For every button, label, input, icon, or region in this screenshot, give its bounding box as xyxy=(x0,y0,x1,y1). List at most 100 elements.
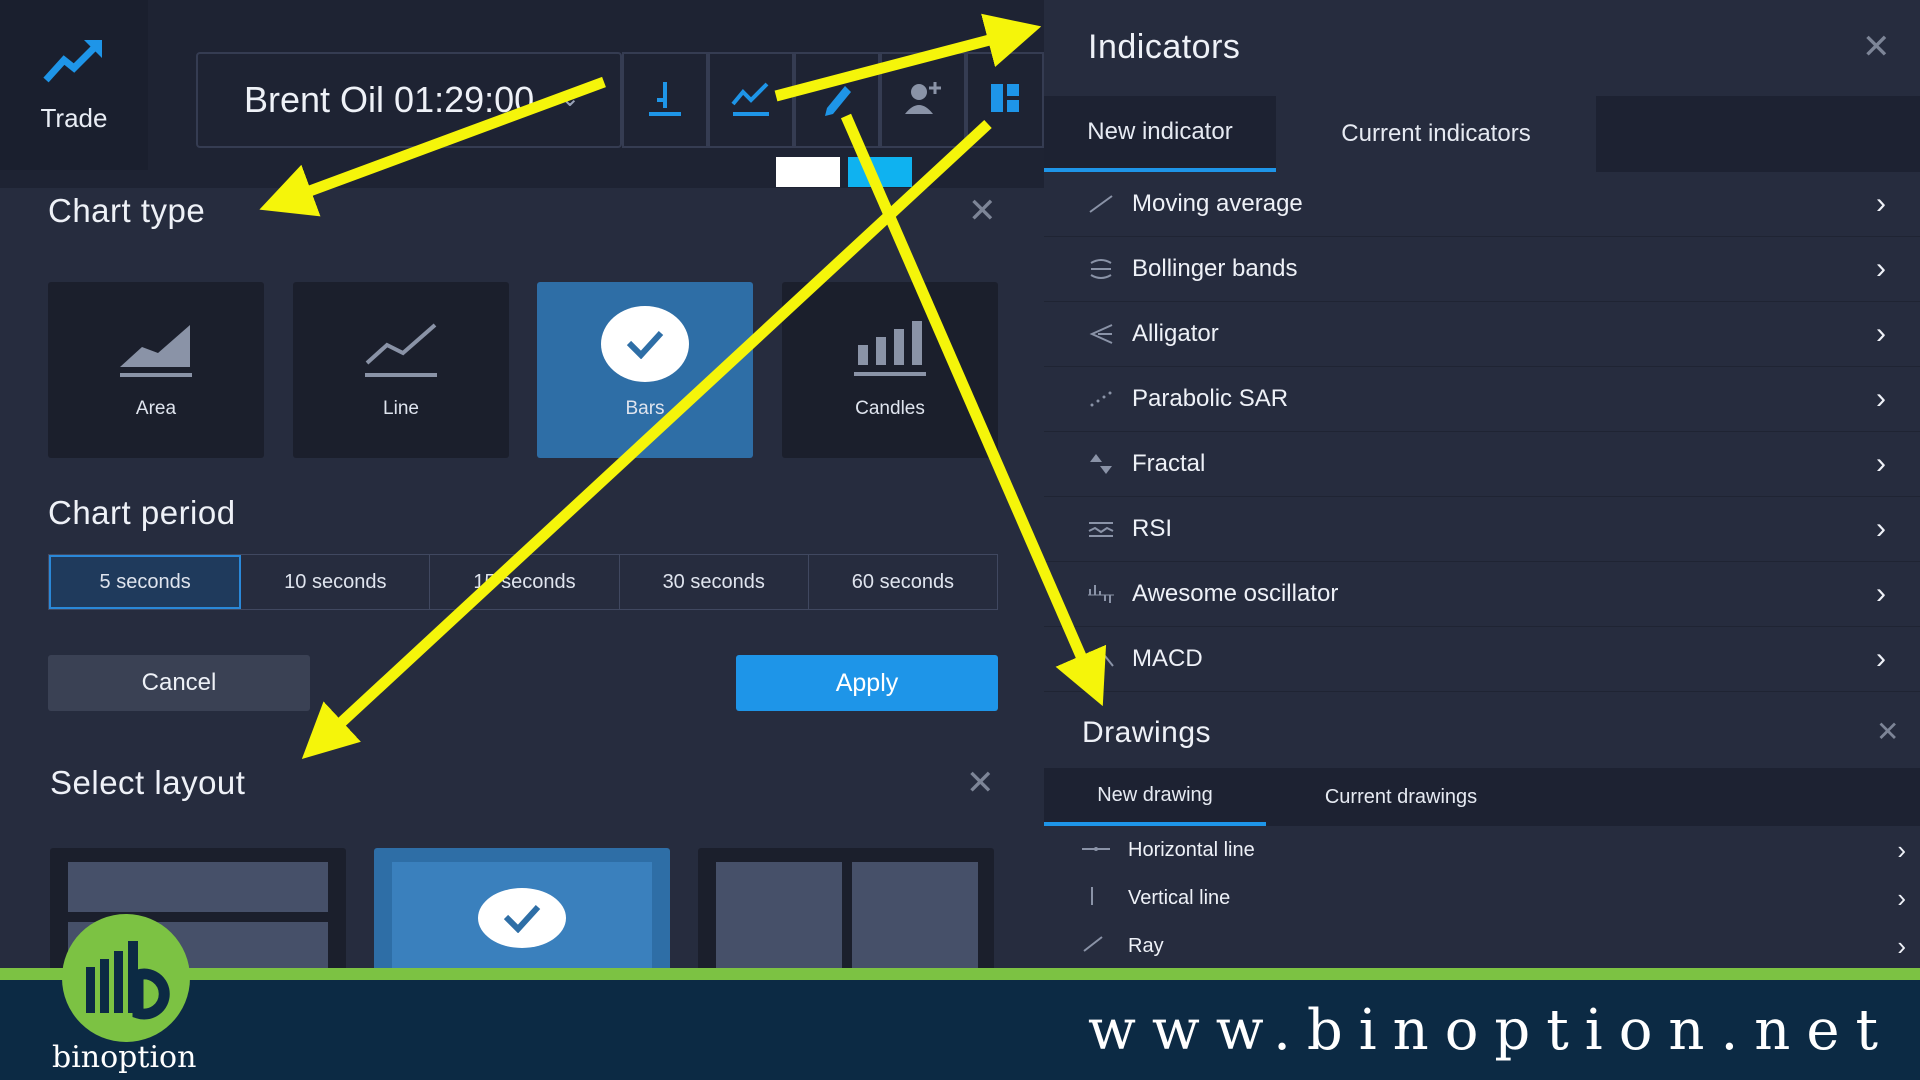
footer-stripe xyxy=(0,968,1920,980)
tab-new-drawing[interactable]: New drawing xyxy=(1044,768,1266,826)
chart-type-label: Area xyxy=(135,398,177,419)
indicators-icon xyxy=(731,78,771,123)
drawings-header: Drawings ✕ xyxy=(1044,698,1920,768)
asset-name: Brent Oil 01:29:00 xyxy=(244,79,535,120)
chart-settings-area: Trade Brent Oil 01:29:00 ⌄ Chart type ✕ … xyxy=(0,0,1044,968)
chart-type-label: Candles xyxy=(855,398,925,419)
indicator-label: MACD xyxy=(1132,645,1203,672)
indicators-header: Indicators ✕ xyxy=(1044,0,1920,96)
asset-selector[interactable]: Brent Oil 01:29:00 ⌄ xyxy=(196,52,622,148)
chevron-right-icon: › xyxy=(1876,642,1886,675)
layout-grid-icon xyxy=(989,82,1021,119)
chart-period-title: Chart period xyxy=(48,494,236,531)
period-option[interactable]: 30 seconds xyxy=(620,555,809,609)
drawing-label: Ray xyxy=(1128,934,1164,957)
chevron-right-icon: › xyxy=(1897,882,1906,913)
indicator-label: Alligator xyxy=(1132,320,1219,347)
indicators-panel: Indicators ✕ New indicator Current indic… xyxy=(1044,0,1920,968)
layout-block xyxy=(68,862,328,912)
slash-icon xyxy=(1086,194,1116,214)
chevron-right-icon: › xyxy=(1876,187,1886,220)
period-option[interactable]: 5 seconds xyxy=(49,555,242,609)
apply-button[interactable]: Apply xyxy=(736,655,998,711)
indicator-item[interactable]: MACD › xyxy=(1044,627,1920,692)
chevron-right-icon: › xyxy=(1876,512,1886,545)
drawing-label: Vertical line xyxy=(1128,886,1231,909)
trade-button[interactable]: Trade xyxy=(0,0,148,170)
fractal-icon xyxy=(1086,452,1116,476)
chart-type-bars[interactable]: Bars xyxy=(537,282,753,458)
indicator-item[interactable]: Moving average › xyxy=(1044,172,1920,237)
chart-type-icon xyxy=(647,78,683,123)
chart-period-selector: 5 seconds 10 seconds 15 seconds 30 secon… xyxy=(48,554,998,610)
tab-current-indicators[interactable]: Current indicators xyxy=(1276,96,1596,172)
trend-up-icon xyxy=(42,36,106,91)
chevron-right-icon: › xyxy=(1876,317,1886,350)
tab-new-indicator[interactable]: New indicator xyxy=(1044,96,1276,172)
color-swatch-white[interactable] xyxy=(776,157,840,187)
alligator-icon xyxy=(1086,323,1116,345)
layout-option-columns[interactable] xyxy=(698,848,994,968)
chart-type-area[interactable]: Area xyxy=(48,282,264,458)
tab-current-drawings[interactable]: Current drawings xyxy=(1266,768,1536,826)
indicators-tool-button[interactable] xyxy=(708,52,794,148)
indicator-item[interactable]: Bollinger bands › xyxy=(1044,237,1920,302)
ray-icon xyxy=(1082,935,1104,958)
period-option[interactable]: 10 seconds xyxy=(241,555,431,609)
period-option[interactable]: 60 seconds xyxy=(809,555,997,609)
indicator-item[interactable]: Awesome oscillator › xyxy=(1044,562,1920,627)
chart-type-candles[interactable]: Candles xyxy=(782,282,998,458)
indicators-title: Indicators xyxy=(1088,28,1241,66)
chevron-right-icon: › xyxy=(1897,834,1906,865)
drawing-item[interactable]: Horizontal line › xyxy=(1044,826,1920,874)
indicators-tabs: New indicator Current indicators xyxy=(1044,96,1920,172)
check-icon xyxy=(601,306,689,382)
bands-icon xyxy=(1086,257,1116,281)
close-icon[interactable]: ✕ xyxy=(968,194,997,228)
add-user-icon xyxy=(903,80,943,121)
check-icon xyxy=(478,888,566,948)
drawing-label: Horizontal line xyxy=(1128,838,1255,861)
chart-type-label: Bars xyxy=(625,398,665,419)
drawings-tool-button[interactable] xyxy=(794,52,880,148)
close-icon[interactable]: ✕ xyxy=(1876,718,1899,746)
chevron-right-icon: › xyxy=(1897,930,1906,961)
layout-block xyxy=(716,862,842,968)
vertical-line-icon xyxy=(1082,886,1102,911)
indicator-label: Parabolic SAR xyxy=(1132,385,1289,412)
candles-chart-icon xyxy=(852,317,928,382)
horizontal-line-icon xyxy=(1082,841,1110,859)
drawing-item[interactable]: Vertical line › xyxy=(1044,874,1920,922)
select-layout-title: Select layout xyxy=(50,764,246,801)
chevron-right-icon: › xyxy=(1876,252,1886,285)
site-url[interactable]: www.binoption.net xyxy=(1088,998,1894,1063)
indicator-item[interactable]: Fractal › xyxy=(1044,432,1920,497)
layout-tool-button[interactable] xyxy=(966,52,1044,148)
close-icon[interactable]: ✕ xyxy=(1862,30,1891,64)
dots-icon xyxy=(1086,389,1116,409)
rsi-icon xyxy=(1086,519,1116,539)
indicator-item[interactable]: RSI › xyxy=(1044,497,1920,562)
macd-icon xyxy=(1086,648,1116,670)
chart-type-tool-button[interactable] xyxy=(622,52,708,148)
indicator-label: Awesome oscillator xyxy=(1132,580,1339,607)
color-swatch-cyan[interactable] xyxy=(848,157,912,187)
close-icon[interactable]: ✕ xyxy=(966,766,995,800)
indicator-item[interactable]: Alligator › xyxy=(1044,302,1920,367)
cancel-button[interactable]: Cancel xyxy=(48,655,310,711)
layout-block xyxy=(852,862,978,968)
indicator-label: Fractal xyxy=(1132,450,1206,477)
chart-type-line[interactable]: Line xyxy=(293,282,509,458)
line-chart-icon xyxy=(363,317,439,382)
chart-type-title: Chart type xyxy=(48,192,206,229)
drawing-item[interactable]: Ray › xyxy=(1044,922,1920,968)
area-chart-icon xyxy=(118,317,194,382)
chevron-right-icon: › xyxy=(1876,447,1886,480)
indicator-item[interactable]: Parabolic SAR › xyxy=(1044,367,1920,432)
indicator-label: Bollinger bands xyxy=(1132,255,1298,282)
binoption-logo-icon xyxy=(62,914,190,1042)
layout-option-single[interactable] xyxy=(374,848,670,968)
brand-name: binoption xyxy=(52,1040,197,1075)
period-option[interactable]: 15 seconds xyxy=(430,555,620,609)
add-user-tool-button[interactable] xyxy=(880,52,966,148)
